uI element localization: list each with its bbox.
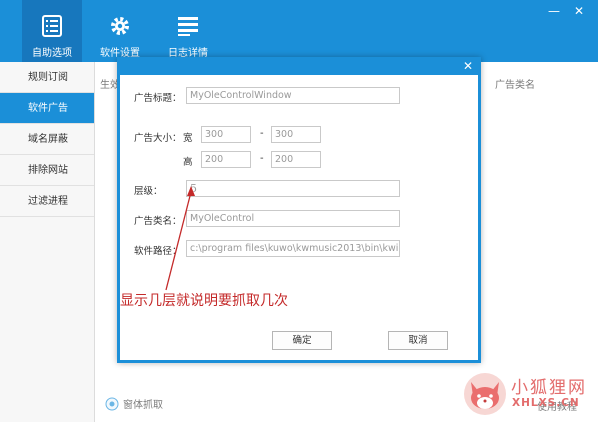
annotation-text: 显示几层就说明要抓取几次 [120,293,288,309]
fox-logo-icon [464,373,506,415]
annotation-arrow [165,186,195,291]
watermark-domain: XHLXS.CN [512,397,580,409]
watermark-site-name: 小狐狸网 [511,378,587,398]
